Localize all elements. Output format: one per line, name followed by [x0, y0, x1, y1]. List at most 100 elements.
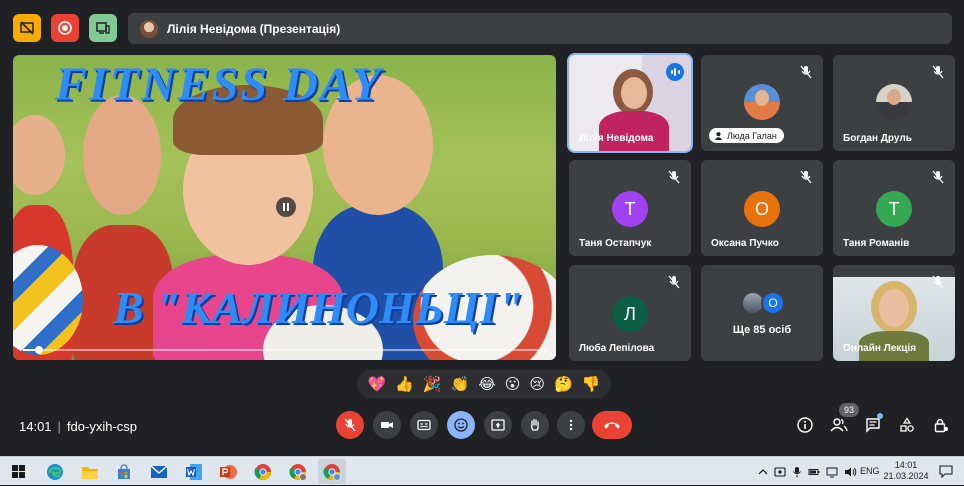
participant-tile[interactable]: Онлайн Лекція [833, 265, 955, 361]
taskbar-app-chrome[interactable] [249, 459, 277, 484]
reaction-option[interactable]: 😮 [505, 377, 521, 392]
avatar [744, 84, 780, 120]
meet-window: Лілія Невідома (Презентація) FITNESS DAY… [0, 0, 964, 456]
slide-figure [13, 115, 65, 195]
battery-icon[interactable] [808, 466, 820, 478]
mic-off-icon [668, 170, 680, 184]
emoji-icon [454, 418, 468, 432]
record-button[interactable] [51, 14, 79, 42]
mic-off-icon [932, 275, 944, 289]
hang-up-icon [604, 422, 620, 429]
notifications-button[interactable] [932, 459, 960, 484]
activities-icon [900, 417, 914, 432]
reaction-option[interactable]: 😂 [478, 377, 496, 392]
mic-off-icon [344, 418, 356, 432]
language-indicator[interactable]: ENG [860, 466, 880, 476]
reaction-option[interactable]: 🎉 [423, 377, 442, 392]
mic-off-icon [932, 170, 944, 184]
participant-tile[interactable]: Богдан Друль [833, 55, 955, 151]
chevron-up-icon[interactable] [758, 467, 768, 477]
raise-hand-icon [531, 418, 539, 431]
taskbar-app-edge[interactable] [41, 459, 69, 484]
clock-date: 21.03.2024 [883, 471, 929, 481]
captions-icon [417, 419, 431, 431]
reaction-option[interactable]: 👍 [395, 377, 414, 392]
participant-name: Люда Галан [727, 130, 777, 141]
meeting-details-button[interactable] [794, 414, 816, 436]
progress-knob[interactable] [34, 346, 43, 354]
edge-icon [47, 463, 63, 480]
more-options-button[interactable] [557, 411, 585, 439]
video-person-body [599, 111, 669, 151]
mic-toggle-button[interactable] [336, 411, 364, 439]
leave-call-button[interactable] [592, 411, 632, 439]
taskbar-clock[interactable]: 14:01 21.03.2024 [882, 460, 930, 482]
participant-tile[interactable]: Л Люба Лепілова [569, 265, 691, 361]
raise-hand-button[interactable] [521, 411, 549, 439]
chrome-active-icon [323, 463, 341, 481]
network-icon[interactable] [826, 466, 838, 478]
present-stop-icon [20, 21, 34, 35]
reaction-option[interactable]: 🤔 [554, 377, 573, 392]
presenter-bar[interactable]: Лілія Невідома (Презентація) [128, 13, 952, 44]
presentation-view[interactable]: FITNESS DAY В "КАЛИНОНЬЦІ" [13, 55, 556, 360]
activities-button[interactable] [896, 414, 918, 436]
record-icon [58, 21, 72, 35]
taskbar-app-file-explorer[interactable] [76, 459, 104, 484]
captions-button[interactable] [410, 411, 438, 439]
taskbar-app-mail[interactable] [145, 459, 173, 484]
send-reaction-button[interactable] [447, 411, 475, 439]
start-button[interactable] [4, 459, 32, 484]
participant-tile[interactable]: О Оксана Пучко [701, 160, 823, 256]
pause-icon [283, 203, 285, 211]
reaction-option[interactable]: 👎 [582, 377, 601, 392]
taskbar-app-word[interactable] [180, 459, 208, 484]
avatar-letter: Л [612, 296, 648, 332]
mic-off-icon [932, 65, 944, 79]
word-icon [186, 463, 202, 480]
chrome-icon [254, 463, 272, 480]
meeting-code[interactable]: fdo-yxih-csp [67, 419, 137, 434]
participant-name: Таня Остапчук [579, 238, 652, 249]
reaction-option[interactable]: 😢 [529, 377, 545, 392]
host-controls-button[interactable] [930, 414, 952, 436]
pause-button[interactable] [276, 197, 296, 217]
audio-bar [670, 70, 673, 74]
system-tray [758, 457, 857, 486]
slide-title: FITNESS DAY [55, 58, 383, 111]
audio-bar [677, 70, 680, 74]
microphone-icon[interactable] [792, 466, 802, 478]
participant-tile[interactable]: Т Таня Романів [833, 160, 955, 256]
taskbar-app-powerpoint[interactable] [214, 459, 242, 484]
avatar [876, 84, 912, 120]
video-progress-bar[interactable] [23, 346, 548, 354]
mail-icon [150, 465, 168, 478]
host-controls-icon [934, 418, 948, 433]
meet-tray-icon[interactable] [774, 466, 786, 478]
presenter-label: Лілія Невідома (Презентація) [167, 21, 341, 36]
present-now-button[interactable] [484, 411, 512, 439]
more-participants-tile[interactable]: О Ще 85 осіб [701, 265, 823, 361]
speaking-indicator [666, 63, 684, 81]
camera-icon [381, 422, 393, 428]
participant-tile[interactable]: Т Таня Остапчук [569, 160, 691, 256]
people-button[interactable] [828, 414, 850, 436]
present-stop-button[interactable] [13, 14, 41, 42]
taskbar-app-chrome-active[interactable] [318, 459, 346, 484]
participant-tile[interactable]: Лілія Невідома [567, 53, 693, 153]
meeting-time: 14:01 [19, 419, 52, 434]
store-icon [118, 463, 130, 479]
camera-toggle-button[interactable] [373, 411, 401, 439]
taskbar-app-chrome-profile[interactable] [284, 459, 312, 484]
participant-tile[interactable]: Люда Галан [701, 55, 823, 151]
more-options-icon [569, 419, 573, 431]
chat-notification-dot [877, 413, 883, 419]
participant-name: Богдан Друль [843, 133, 912, 144]
companion-mode-button[interactable] [89, 14, 117, 42]
taskbar-app-store[interactable] [110, 459, 138, 484]
reaction-option[interactable]: 👏 [451, 377, 470, 392]
reaction-option[interactable]: 💖 [368, 377, 387, 392]
participant-name: Оксана Пучко [711, 238, 779, 249]
participant-name: Таня Романів [843, 238, 910, 249]
volume-icon[interactable] [844, 466, 857, 478]
